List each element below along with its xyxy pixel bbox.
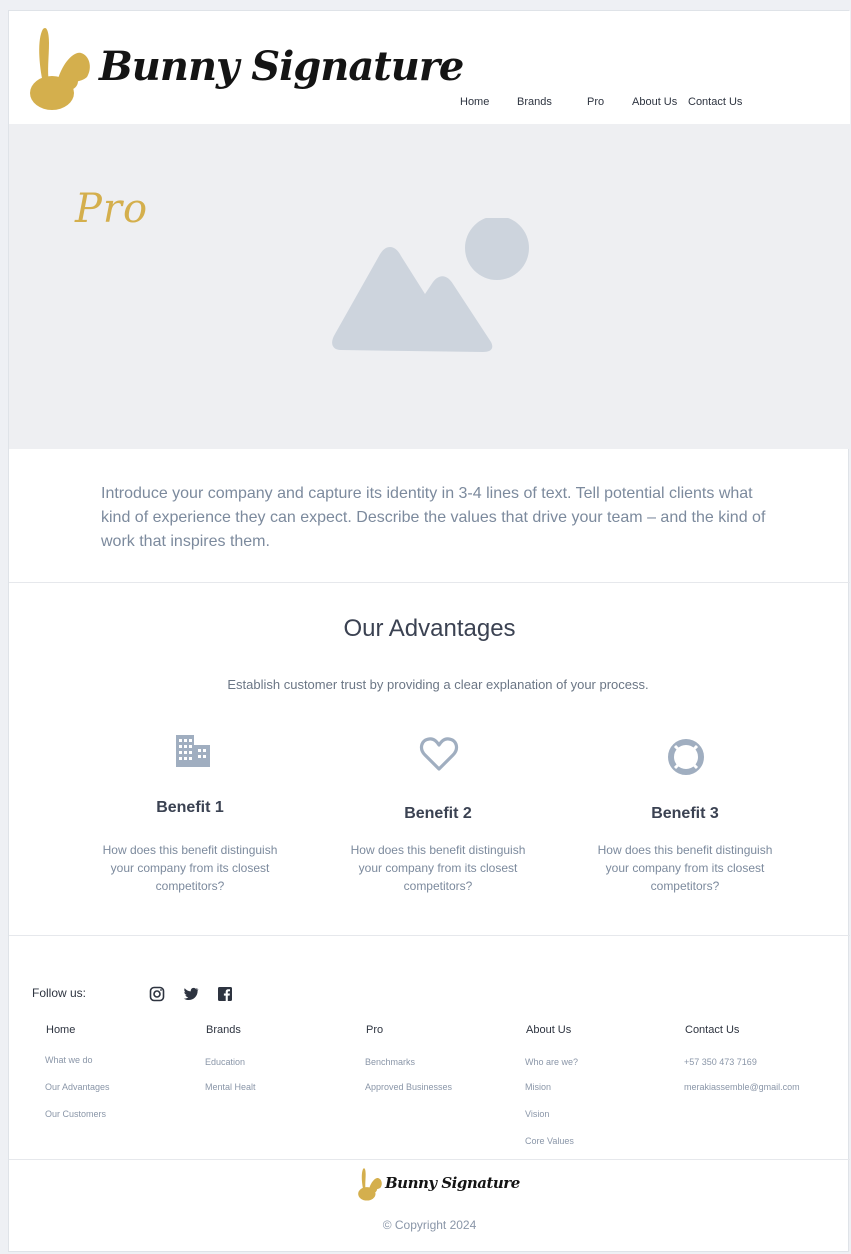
main-nav: Home Brands Pro About Us Contact Us	[9, 96, 850, 112]
page: Bunny Signature Home Brands Pro About Us…	[8, 10, 850, 1253]
twitter-icon[interactable]	[183, 986, 199, 1002]
benefit-title: Benefit 2	[404, 805, 472, 822]
hero-title: Pro	[75, 186, 149, 232]
building-icon	[176, 735, 210, 767]
bunny-logo-icon	[358, 1168, 382, 1201]
footer-link[interactable]: Our Advantages	[45, 1073, 195, 1100]
footer-link[interactable]: Who are we?	[525, 1046, 675, 1073]
benefit-card: Benefit 1 How does this benefit distingu…	[95, 731, 285, 901]
advantages-subtitle: Establish customer trust by providing a …	[227, 677, 649, 692]
benefit-text: How does this benefit distinguish your c…	[350, 843, 526, 893]
footer-brand-logo[interactable]: Bunny Signature	[357, 1166, 520, 1202]
nav-pro[interactable]: Pro	[587, 96, 604, 108]
benefit-card: Benefit 3 How does this benefit distingu…	[590, 735, 780, 905]
footer-column-contact-us: Contact Us +57 350 473 7169 merakiassemb…	[684, 1024, 844, 1100]
benefit-text: How does this benefit distinguish your c…	[102, 843, 278, 893]
footer-link[interactable]: Our Customers	[45, 1100, 195, 1127]
footer-link[interactable]: Core Values	[525, 1127, 675, 1154]
benefit-title: Benefit 1	[156, 799, 224, 816]
benefit-card: Benefit 2 How does this benefit distingu…	[343, 735, 533, 905]
footer-column-about-us: About Us Who are we? Mision Vision Core …	[525, 1024, 675, 1154]
benefit-title: Benefit 3	[651, 805, 719, 822]
footer-link[interactable]: What we do	[45, 1046, 195, 1073]
footer-heading: Contact Us	[685, 1024, 740, 1036]
intro-text: Introduce your company and capture its i…	[101, 485, 766, 550]
footer-phone[interactable]: +57 350 473 7169	[684, 1046, 844, 1073]
image-placeholder-icon	[332, 218, 529, 352]
copyright-text: © Copyright 2024	[382, 1218, 477, 1232]
hero-banner: Pro	[9, 124, 850, 449]
lifebuoy-icon	[668, 739, 704, 775]
nav-home[interactable]: Home	[460, 96, 489, 108]
footer-link[interactable]: Education	[205, 1046, 355, 1073]
footer-heading: Home	[46, 1024, 76, 1036]
instagram-icon[interactable]	[149, 986, 165, 1002]
follow-us-label: Follow us:	[32, 986, 87, 1000]
nav-contact-us[interactable]: Contact Us	[688, 96, 742, 108]
nav-brands[interactable]: Brands	[517, 96, 552, 108]
footer-link[interactable]: Approved Businesses	[365, 1073, 515, 1100]
intro-section: Introduce your company and capture its i…	[9, 449, 850, 583]
footer-heading: Brands	[206, 1024, 241, 1036]
footer-heading: About Us	[526, 1024, 572, 1036]
footer-link[interactable]: Benchmarks	[365, 1046, 515, 1073]
footer-link[interactable]: Vision	[525, 1100, 675, 1127]
benefit-text: How does this benefit distinguish your c…	[597, 843, 773, 893]
footer-link[interactable]: Mental Healt	[205, 1073, 355, 1100]
heart-icon	[419, 737, 459, 771]
nav-about-us[interactable]: About Us	[632, 96, 677, 108]
site-footer: Follow us: Home What we do Our Advantage…	[9, 936, 850, 1159]
advantages-section: Our Advantages Establish customer trust …	[9, 583, 850, 936]
site-header: Bunny Signature Home Brands Pro About Us…	[9, 11, 850, 124]
advantages-title: Our Advantages	[343, 615, 516, 642]
footer-heading: Pro	[366, 1024, 384, 1036]
footer-column-home: Home What we do Our Advantages Our Custo…	[45, 1024, 195, 1127]
footer-bottom: Bunny Signature © Copyright 2024	[9, 1159, 850, 1253]
footer-email[interactable]: merakiassemble@gmail.com	[684, 1073, 844, 1100]
footer-link[interactable]: Mision	[525, 1073, 675, 1100]
footer-column-brands: Brands Education Mental Healt	[205, 1024, 355, 1100]
footer-brand-name: Bunny Signature	[385, 1174, 520, 1192]
footer-column-pro: Pro Benchmarks Approved Businesses	[365, 1024, 515, 1100]
brand-name: Bunny Signature	[99, 43, 464, 90]
facebook-icon[interactable]	[217, 986, 233, 1002]
